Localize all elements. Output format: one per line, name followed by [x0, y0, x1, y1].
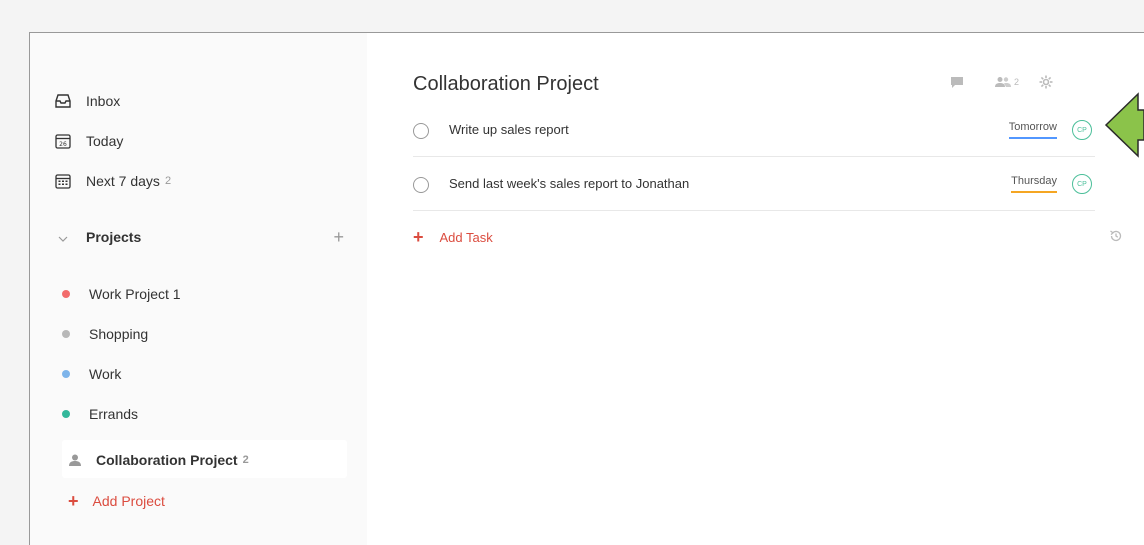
sidebar-item-label: Today [86, 133, 124, 149]
comment-icon[interactable] [950, 76, 964, 89]
project-item-work-project-1[interactable]: Work Project 1 [62, 281, 181, 307]
project-item-shopping[interactable]: Shopping [62, 321, 148, 347]
pointer-arrow-annotation [1104, 92, 1144, 158]
task-complete-checkbox[interactable] [413, 123, 429, 139]
plus-icon: + [413, 227, 424, 247]
plus-icon: + [68, 490, 79, 511]
history-icon[interactable] [1109, 229, 1123, 248]
assignee-avatar[interactable]: CP [1072, 120, 1092, 140]
project-label: Collaboration Project [96, 452, 238, 468]
project-label: Work Project 1 [89, 286, 181, 302]
projects-section-header[interactable]: Projects + [54, 223, 344, 251]
task-due-date[interactable]: Thursday [1011, 175, 1057, 193]
task-due-date[interactable]: Tomorrow [1008, 121, 1057, 139]
page-title: Collaboration Project [413, 73, 599, 95]
project-item-work[interactable]: Work [62, 361, 121, 387]
sidebar: Inbox 26 Today Next 7 days 2 Projects + … [30, 33, 367, 545]
sidebar-item-count: 2 [164, 175, 172, 187]
project-color-dot [62, 290, 70, 298]
sidebar-item-label: Next 7 days [86, 173, 160, 189]
task-content[interactable]: Write up sales report [449, 122, 569, 137]
project-color-dot [62, 410, 70, 418]
sidebar-item-next-7-days[interactable]: Next 7 days 2 [54, 167, 171, 195]
project-color-dot [62, 370, 70, 378]
inbox-icon [54, 92, 72, 110]
sidebar-item-inbox[interactable]: Inbox [54, 87, 120, 115]
add-project-plus-icon[interactable]: + [333, 227, 344, 248]
assignee-avatar[interactable]: CP [1072, 174, 1092, 194]
header-actions: 2 [950, 75, 1053, 89]
add-task-label: Add Task [439, 230, 493, 245]
project-label: Errands [89, 406, 139, 422]
project-color-dot [62, 330, 70, 338]
project-item-errands[interactable]: Errands [62, 401, 138, 427]
sidebar-item-today[interactable]: 26 Today [54, 127, 123, 155]
task-content[interactable]: Send last week's sales report to Jonatha… [449, 176, 689, 191]
projects-label: Projects [86, 229, 142, 245]
share-count: 2 [1014, 77, 1020, 87]
app-window: Inbox 26 Today Next 7 days 2 Projects + … [29, 32, 1144, 545]
task-item[interactable]: Send last week's sales report to Jonatha… [413, 161, 1095, 211]
task-item[interactable]: Write up sales report Tomorrow CP [413, 107, 1095, 157]
calendar-today-icon: 26 [54, 132, 72, 150]
shared-project-person-icon [68, 453, 82, 467]
task-complete-checkbox[interactable] [413, 177, 429, 193]
project-label: Work [89, 366, 122, 382]
chevron-down-icon[interactable] [54, 230, 72, 245]
add-project-label: Add Project [92, 493, 165, 509]
sidebar-item-label: Inbox [86, 93, 121, 109]
share-people-icon[interactable]: 2 [994, 76, 1019, 88]
project-item-collaboration[interactable]: Collaboration Project 2 [68, 449, 249, 471]
settings-icon[interactable] [1039, 75, 1053, 89]
add-task-button[interactable]: + Add Task [413, 227, 493, 248]
calendar-week-icon [54, 172, 72, 190]
add-project-button[interactable]: + Add Project [68, 489, 165, 513]
project-count: 2 [242, 454, 249, 466]
main-content: Collaboration Project 2 Write up sales r… [367, 33, 1144, 545]
svg-text:26: 26 [59, 141, 67, 148]
project-label: Shopping [89, 326, 149, 342]
